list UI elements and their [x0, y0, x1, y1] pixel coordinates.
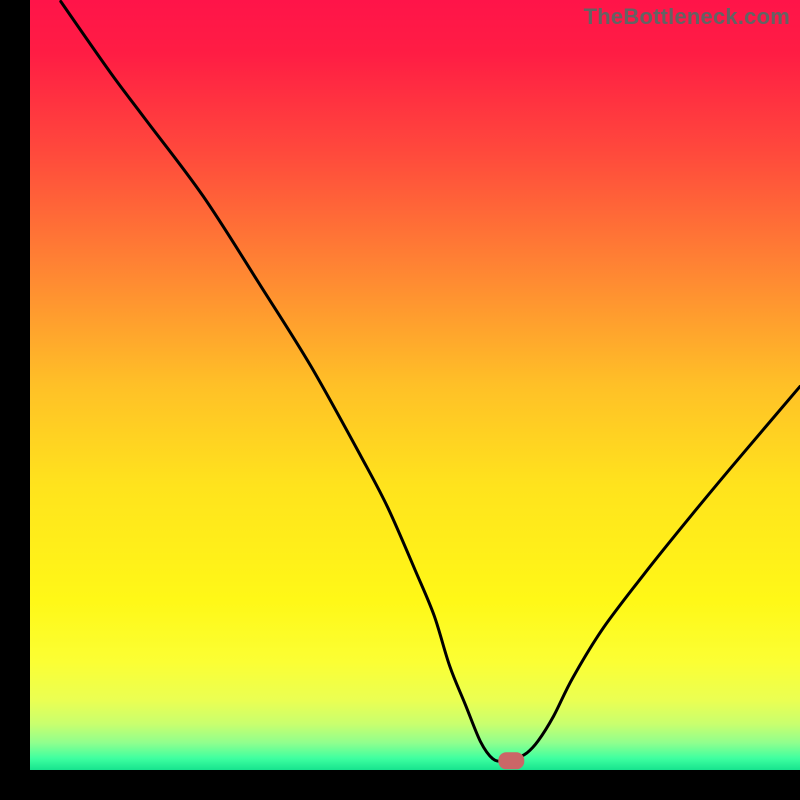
optimum-marker — [498, 752, 524, 769]
watermark-text: TheBottleneck.com — [584, 4, 790, 30]
chart-canvas — [0, 0, 800, 800]
chart-frame: TheBottleneck.com — [0, 0, 800, 800]
gradient-background — [30, 0, 800, 770]
